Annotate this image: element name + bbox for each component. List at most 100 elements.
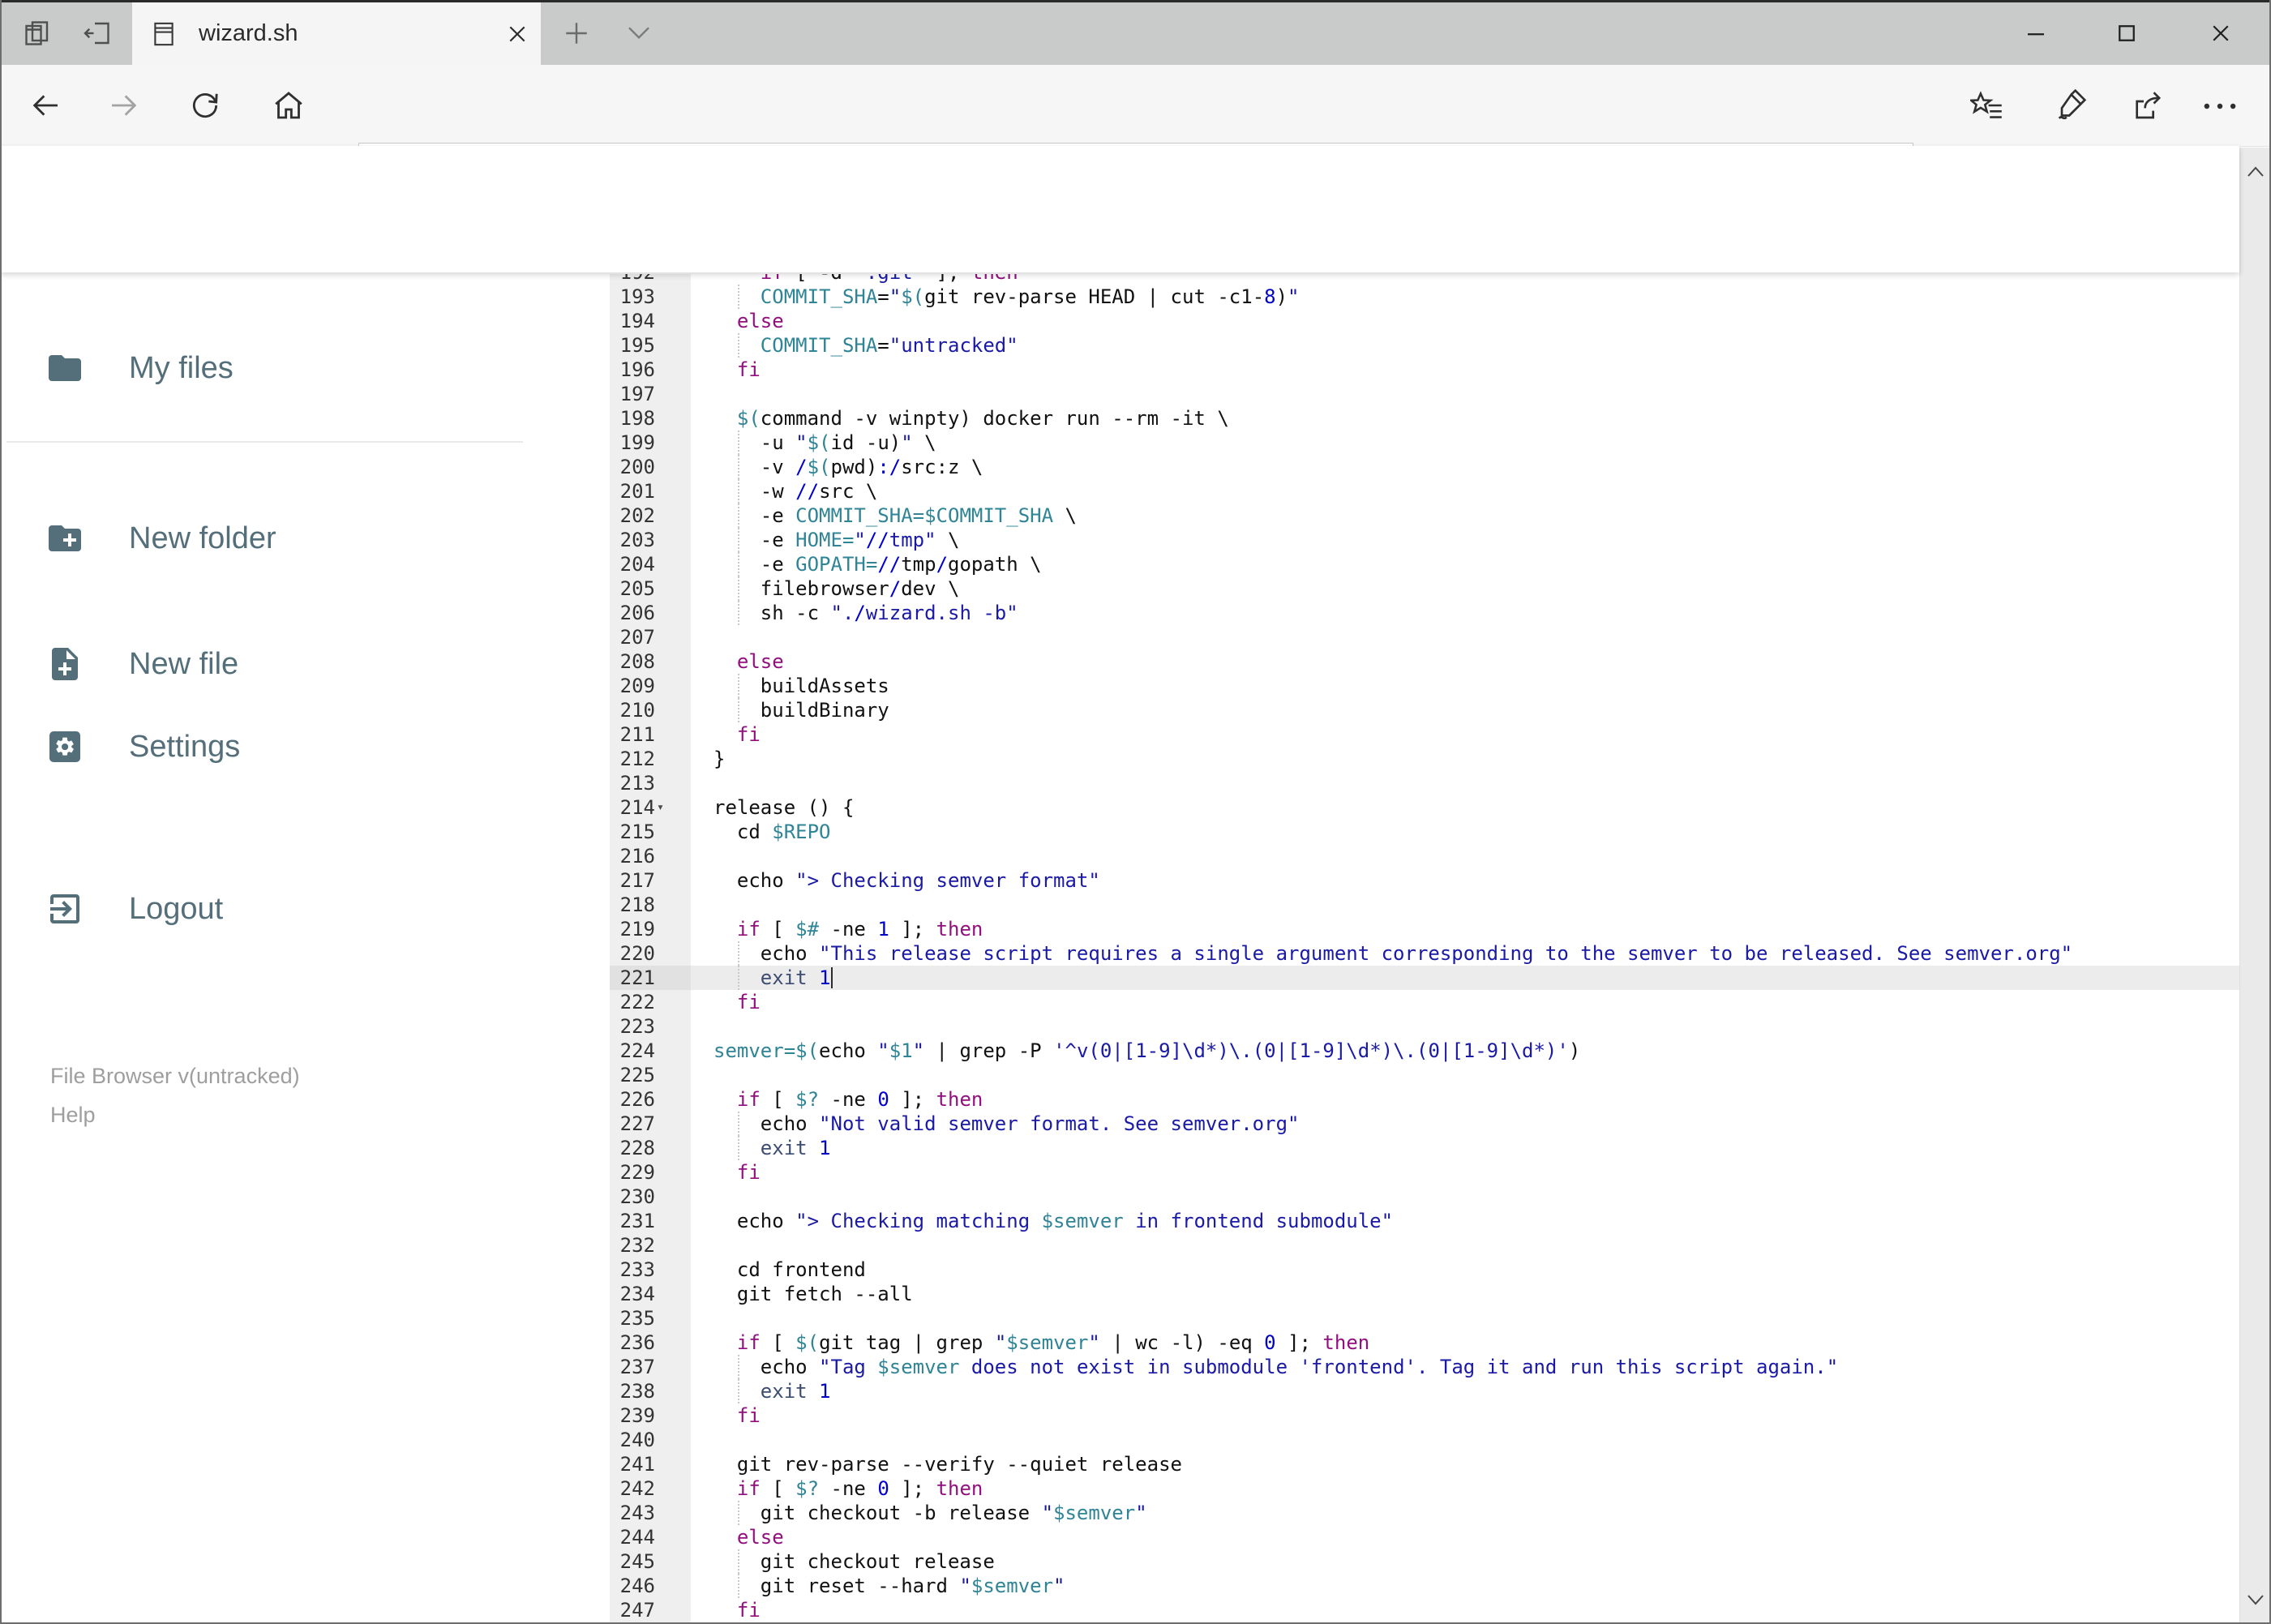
browser-tab[interactable]: wizard.sh <box>132 2 541 65</box>
code-line[interactable]: 230 <box>610 1185 2239 1209</box>
code-text: -v /$(pwd):/src:z \ <box>713 456 983 478</box>
sidebar-item-label: New file <box>129 646 239 681</box>
code-line[interactable]: 231 echo "> Checking matching $semver in… <box>610 1209 2239 1233</box>
code-line[interactable]: 193 COMMIT_SHA="$(git rev-parse HEAD | c… <box>610 285 2239 309</box>
code-text: echo "This release script requires a sin… <box>713 942 2073 965</box>
code-line[interactable]: 239 fi <box>610 1403 2239 1428</box>
code-line[interactable]: 223 <box>610 1014 2239 1039</box>
code-line[interactable]: 216 <box>610 844 2239 868</box>
back-icon[interactable] <box>29 89 62 122</box>
scroll-down-icon[interactable] <box>2240 1583 2270 1616</box>
scroll-up-icon[interactable] <box>2240 156 2270 188</box>
code-line[interactable]: 224 semver=$(echo "$1" | grep -P '^v(0|[1… <box>610 1039 2239 1063</box>
code-line[interactable]: 227 echo "Not valid semver format. See s… <box>610 1112 2239 1136</box>
code-line[interactable]: 214 ▾ release () { <box>610 795 2239 820</box>
code-line[interactable]: 236 if [ $(git tag | grep "$semver" | wc… <box>610 1330 2239 1355</box>
line-number: 213 <box>619 772 655 795</box>
code-line[interactable]: 200 -v /$(pwd):/src:z \ <box>610 455 2239 479</box>
line-number: 246 <box>619 1575 655 1597</box>
code-line[interactable]: 229 fi <box>610 1160 2239 1185</box>
code-line[interactable]: 201 -w //src \ <box>610 479 2239 503</box>
forward-icon[interactable] <box>108 89 140 122</box>
code-line[interactable]: 226 if [ $? -ne 0 ]; then <box>610 1087 2239 1112</box>
line-number: 219 <box>619 918 655 941</box>
code-line[interactable]: 195 COMMIT_SHA="untracked" <box>610 333 2239 358</box>
line-number: 235 <box>619 1307 655 1330</box>
code-line[interactable]: 242 if [ $? -ne 0 ]; then <box>610 1476 2239 1501</box>
sidebar-item-logout[interactable]: Logout <box>24 868 511 949</box>
code-line[interactable]: 213 <box>610 771 2239 795</box>
code-line[interactable]: 212} <box>610 747 2239 771</box>
code-line[interactable]: 238 exit 1 <box>610 1379 2239 1403</box>
share-icon[interactable] <box>2131 89 2165 122</box>
code-line[interactable]: 204 -e GOPATH=//tmp/gopath \ <box>610 552 2239 576</box>
sidebar-item-new-folder[interactable]: New folder <box>24 498 511 579</box>
code-line[interactable]: 243 git checkout -b release "$semver" <box>610 1501 2239 1525</box>
code-line[interactable]: 205 filebrowser/dev \ <box>610 576 2239 601</box>
code-line[interactable]: 194 else <box>610 309 2239 333</box>
code-line[interactable]: 207 <box>610 625 2239 649</box>
code-line[interactable]: 221 exit 1 <box>610 966 2239 990</box>
code-line[interactable]: 202 -e COMMIT_SHA=$COMMIT_SHA \ <box>610 503 2239 528</box>
code-line[interactable]: 218 <box>610 893 2239 917</box>
code-text: git rev-parse --verify --quiet release <box>713 1453 1182 1476</box>
code-line[interactable]: 217 echo "> Checking semver format" <box>610 868 2239 893</box>
code-line[interactable]: 228 exit 1 <box>610 1136 2239 1160</box>
hub-favorites-icon[interactable] <box>1970 89 2004 122</box>
code-line[interactable]: 206 sh -c "./wizard.sh -b" <box>610 601 2239 625</box>
code-line[interactable]: 203 -e HOME="//tmp" \ <box>610 528 2239 552</box>
line-number: 229 <box>619 1161 655 1184</box>
code-line[interactable]: 234 git fetch --all <box>610 1282 2239 1306</box>
code-line[interactable]: 208 else <box>610 649 2239 674</box>
code-text: buildBinary <box>713 699 889 722</box>
maximize-button[interactable] <box>2115 21 2139 45</box>
minimize-button[interactable] <box>2024 21 2048 45</box>
more-icon[interactable] <box>2202 101 2238 112</box>
fold-toggle-icon[interactable]: ▾ <box>657 795 664 819</box>
code-line[interactable]: 192 if [ -d ".git" ]; then <box>610 274 2239 285</box>
page-scrollbar[interactable] <box>2239 148 2270 1624</box>
code-editor[interactable]: 192 if [ -d ".git" ]; then193 COMMIT_SHA… <box>610 274 2239 1624</box>
code-line[interactable]: 240 <box>610 1428 2239 1452</box>
home-icon[interactable] <box>272 89 305 122</box>
code-line[interactable]: 244 else <box>610 1525 2239 1549</box>
code-line[interactable]: 199 -u "$(id -u)" \ <box>610 431 2239 455</box>
code-line[interactable]: 219 if [ $# -ne 1 ]; then <box>610 917 2239 941</box>
code-line[interactable]: 232 <box>610 1233 2239 1258</box>
code-line[interactable]: 246 git reset --hard "$semver" <box>610 1574 2239 1598</box>
sidebar-item-settings[interactable]: Settings <box>24 706 511 787</box>
tab-close-icon[interactable] <box>507 2 528 65</box>
code-line[interactable]: 197 <box>610 382 2239 406</box>
sidebar-item-my-files[interactable]: My files <box>24 328 511 409</box>
code-line[interactable]: 233 cd frontend <box>610 1258 2239 1282</box>
line-number: 212 <box>619 748 655 770</box>
line-number: 227 <box>619 1112 655 1135</box>
code-line[interactable]: 211 fi <box>610 722 2239 747</box>
code-line[interactable]: 235 <box>610 1306 2239 1330</box>
close-window-button[interactable] <box>2209 21 2233 45</box>
tab-preview-icon[interactable] <box>23 19 52 48</box>
line-number: 239 <box>619 1404 655 1427</box>
help-link[interactable]: Help <box>50 1103 456 1128</box>
sidebar-item-new-file[interactable]: New file <box>24 623 511 705</box>
code-line[interactable]: 209 buildAssets <box>610 674 2239 698</box>
code-line[interactable]: 225 <box>610 1063 2239 1087</box>
annotate-pen-icon[interactable] <box>2053 89 2087 122</box>
code-line[interactable]: 215 cd $REPO <box>610 820 2239 844</box>
new-tab-icon[interactable] <box>563 19 590 47</box>
code-line[interactable]: 220 echo "This release script requires a… <box>610 941 2239 966</box>
code-line[interactable]: 241 git rev-parse --verify --quiet relea… <box>610 1452 2239 1476</box>
code-line[interactable]: 198 $(command -v winpty) docker run --rm… <box>610 406 2239 431</box>
code-line[interactable]: 237 echo "Tag $semver does not exist in … <box>610 1355 2239 1379</box>
set-aside-tabs-icon[interactable] <box>83 19 112 48</box>
refresh-icon[interactable] <box>189 89 221 122</box>
line-number: 224 <box>619 1039 655 1062</box>
code-line[interactable]: 222 fi <box>610 990 2239 1014</box>
code-line[interactable]: 247 fi <box>610 1598 2239 1622</box>
tab-dropdown-icon[interactable] <box>626 24 652 42</box>
code-line[interactable]: 210 buildBinary <box>610 698 2239 722</box>
code-line[interactable]: 196 fi <box>610 358 2239 382</box>
code-line[interactable]: 245 git checkout release <box>610 1549 2239 1574</box>
code-text: -e COMMIT_SHA=$COMMIT_SHA \ <box>713 504 1077 527</box>
line-number: 228 <box>619 1137 655 1159</box>
